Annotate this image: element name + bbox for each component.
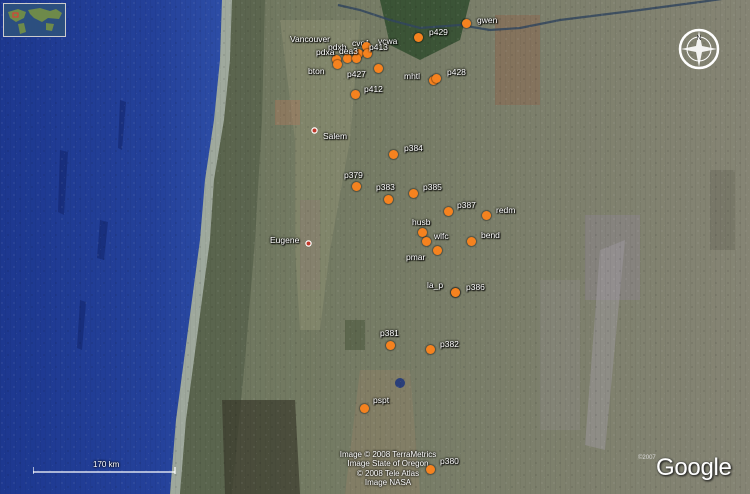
station-label: p382 xyxy=(440,339,459,349)
station-label: p381 xyxy=(380,328,399,338)
station-marker[interactable] xyxy=(425,464,435,474)
logo-word: Google xyxy=(656,454,732,481)
station-marker[interactable] xyxy=(450,287,460,297)
station-marker[interactable] xyxy=(385,340,395,350)
station-label: bend xyxy=(481,230,500,240)
station-marker[interactable] xyxy=(388,149,398,159)
station-label: p386 xyxy=(466,282,485,292)
station-marker[interactable] xyxy=(443,206,453,216)
station-label: p385 xyxy=(423,182,442,192)
city-label: Vancouver xyxy=(290,34,331,44)
station-label: p387 xyxy=(457,200,476,210)
city-marker xyxy=(311,127,318,134)
station-marker[interactable] xyxy=(359,403,369,413)
station-label: wlfc xyxy=(434,231,449,241)
station-label: p427 xyxy=(347,69,366,79)
terrain-imagery[interactable] xyxy=(0,0,750,494)
station-label: husb xyxy=(412,217,431,227)
logo-year: ©2007 xyxy=(638,455,656,461)
station-label: p413 xyxy=(369,42,388,52)
station-marker[interactable] xyxy=(383,194,393,204)
svg-text:N: N xyxy=(696,35,701,42)
credit-line: Image NASA xyxy=(364,477,412,487)
station-label: mhtl xyxy=(404,71,421,81)
station-label: bton xyxy=(308,66,325,76)
station-label: pmar xyxy=(406,252,426,262)
station-marker[interactable] xyxy=(332,59,342,69)
station-marker[interactable] xyxy=(408,188,418,198)
station-marker[interactable] xyxy=(373,63,383,73)
city-label: Eugene xyxy=(270,235,300,245)
satellite-map[interactable]: N 170 km Image © 2008 TerraMetrics Image… xyxy=(0,0,750,494)
station-label: redm xyxy=(496,205,516,215)
station-label: pspt xyxy=(373,395,390,405)
compass-icon[interactable]: N xyxy=(677,27,721,71)
station-label: p379 xyxy=(344,170,363,180)
station-marker[interactable] xyxy=(425,344,435,354)
city-marker xyxy=(305,240,312,247)
station-label: p380 xyxy=(440,456,459,466)
station-label: p412 xyxy=(364,84,383,94)
scale-label: 170 km xyxy=(93,460,120,469)
station-marker[interactable] xyxy=(350,89,360,99)
overview-map-icon[interactable] xyxy=(3,3,66,37)
station-marker[interactable] xyxy=(481,210,491,220)
credit-line: Image © 2008 TerraMetrics xyxy=(339,450,437,459)
station-label: pdxa xyxy=(316,47,335,57)
station-label: gwen xyxy=(477,15,498,25)
station-label: p429 xyxy=(429,27,448,37)
station-label: p383 xyxy=(376,182,395,192)
station-marker[interactable] xyxy=(466,236,476,246)
station-label: p428 xyxy=(447,67,466,77)
station-marker[interactable] xyxy=(432,245,442,255)
station-marker[interactable] xyxy=(351,181,361,191)
station-label: dea3 xyxy=(339,46,358,56)
station-label: p384 xyxy=(404,143,423,153)
station-marker[interactable] xyxy=(461,18,471,28)
station-marker[interactable] xyxy=(413,32,423,42)
station-marker[interactable] xyxy=(431,73,441,83)
station-label: la_p xyxy=(427,280,444,290)
station-marker[interactable] xyxy=(417,227,427,237)
station-marker[interactable] xyxy=(421,236,431,246)
city-label: Salem xyxy=(323,131,348,141)
